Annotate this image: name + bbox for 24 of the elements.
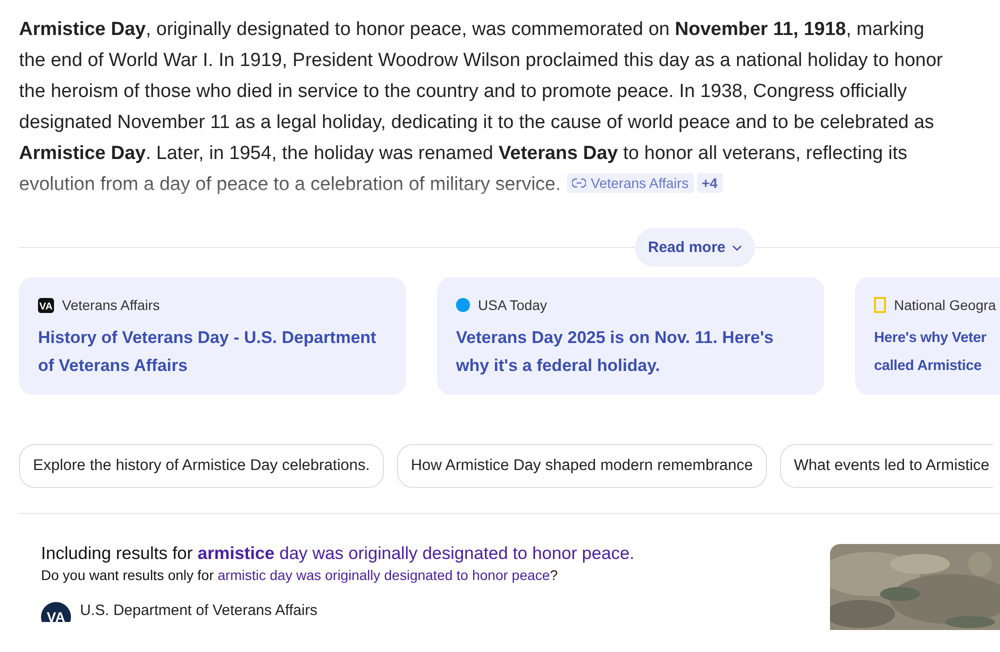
dot-icon <box>456 298 470 312</box>
citation-link[interactable]: Veterans Affairs <box>566 173 694 193</box>
source-name: Veterans Affairs <box>62 297 160 313</box>
source-card[interactable]: National Geogra Here's why Veter called Armistice <box>855 277 1000 395</box>
source-name: U.S. Department of Veterans Affairs <box>80 602 318 619</box>
suggestion-chip[interactable]: Explore the history of Armistice Day celebrations. <box>19 444 384 488</box>
logo-icon: VA <box>38 298 54 312</box>
suggestion-chip[interactable]: How Armistice Day shaped modern remembrance <box>396 444 767 488</box>
original-query-link[interactable]: armistic day was originally designated to honor peace <box>218 567 550 583</box>
source-name: National Geogra <box>894 297 996 313</box>
source-title[interactable]: Here's why Veter called Armistice <box>874 324 1000 380</box>
source-title[interactable]: History of Veterans Day - U.S. Department of Veterans Affairs <box>38 324 388 380</box>
read-more-button[interactable]: Read more <box>635 228 755 267</box>
source-card[interactable]: USA Today Veterans Day 2025 is on Nov. 11. Here's why it's a federal holiday. <box>437 277 824 395</box>
source-title[interactable]: Veterans Day 2025 is on Nov. 11. Here's why it's a federal holiday. <box>456 324 806 380</box>
link-icon <box>572 178 586 188</box>
suggestion-chip[interactable]: What events led to Armistice <box>780 444 994 488</box>
source-card[interactable]: VA Veterans Affairs History of Veterans Day - U.S. Department of Veterans Affairs <box>19 277 406 395</box>
corrected-query-link[interactable]: armistice day was originally designated to honor peace. <box>198 543 634 563</box>
frame-icon <box>874 297 886 313</box>
more-sources-link[interactable]: +4 <box>696 173 723 193</box>
source-name: USA Today <box>478 297 548 313</box>
chevron-down-icon <box>732 244 742 250</box>
logo-icon: VA <box>41 602 71 622</box>
